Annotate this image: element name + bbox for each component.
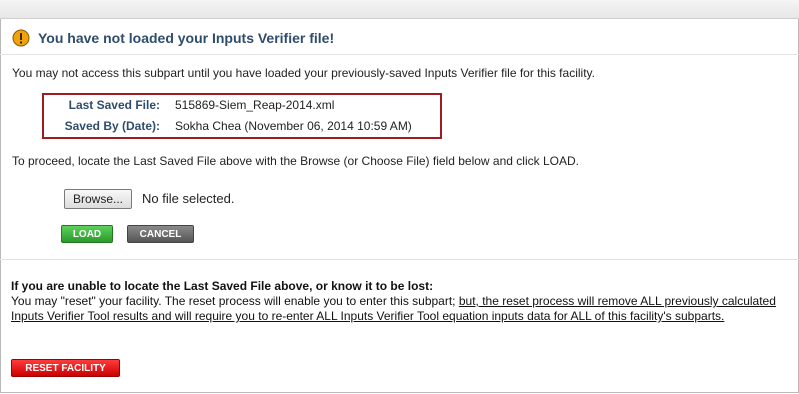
alert-header: You have not loaded your Inputs Verifier… xyxy=(12,28,334,48)
divider xyxy=(0,259,799,260)
file-status: No file selected. xyxy=(142,191,235,206)
lost-file-heading: If you are unable to locate the Last Sav… xyxy=(11,279,434,293)
reset-facility-button[interactable]: RESET FACILITY xyxy=(11,359,120,377)
reset-explanation: You may "reset" your facility. The reset… xyxy=(11,294,459,308)
saved-by-label: Saved By (Date): xyxy=(64,119,160,133)
cancel-button[interactable]: CANCEL xyxy=(127,225,194,243)
lost-file-text: You may "reset" your facility. The reset… xyxy=(11,294,793,324)
top-bar xyxy=(0,0,799,19)
warning-icon xyxy=(12,29,30,47)
last-saved-value: 515869-Siem_Reap-2014.xml xyxy=(175,98,335,112)
saved-by-value: Sokha Chea (November 06, 2014 10:59 AM) xyxy=(175,119,412,133)
alert-title: You have not loaded your Inputs Verifier… xyxy=(38,30,335,46)
saved-file-info: Last Saved File: 515869-Siem_Reap-2014.x… xyxy=(42,93,442,139)
divider xyxy=(0,54,799,55)
load-button[interactable]: LOAD xyxy=(61,225,113,243)
browse-button[interactable]: Browse... xyxy=(64,189,132,209)
last-saved-label: Last Saved File: xyxy=(68,98,160,112)
intro-text: You may not access this subpart until yo… xyxy=(12,66,595,80)
proceed-text: To proceed, locate the Last Saved File a… xyxy=(12,154,579,168)
